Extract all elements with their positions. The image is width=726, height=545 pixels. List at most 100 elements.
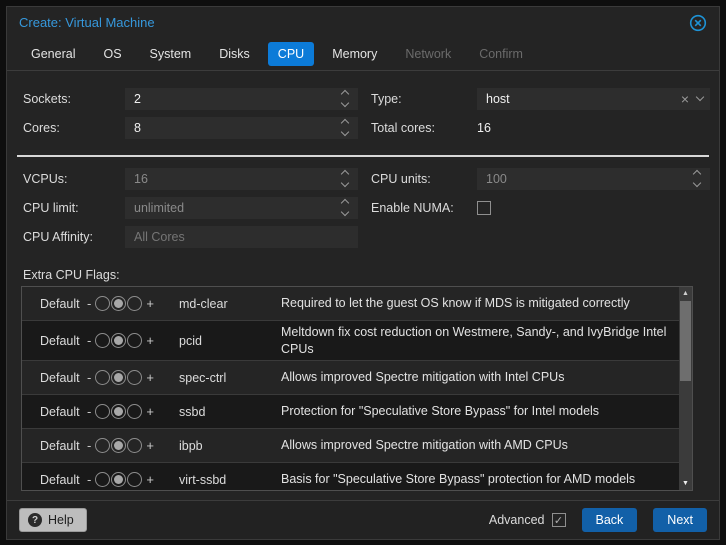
spinner-up-icon[interactable] [340, 169, 350, 179]
chevron-down-icon[interactable] [695, 92, 705, 102]
flag-on-radio[interactable] [127, 370, 143, 385]
plus-icon[interactable]: + [143, 333, 157, 348]
flag-on-radio[interactable] [127, 333, 143, 348]
cpu-affinity-field[interactable] [125, 225, 358, 248]
extra-cpu-flags-label: Extra CPU Flags: [23, 268, 120, 282]
cores-field[interactable] [125, 116, 358, 139]
flag-on-radio[interactable] [127, 438, 143, 453]
create-vm-dialog: Create: Virtual Machine General OS Syste… [6, 6, 720, 540]
cpu-units-field[interactable] [477, 167, 710, 190]
sockets-spinner[interactable] [338, 88, 352, 110]
spinner-down-icon[interactable] [340, 98, 350, 108]
flag-on-radio[interactable] [127, 296, 143, 311]
flag-row-spec-ctrl[interactable]: Default - + spec-ctrl Allows improved Sp… [22, 361, 679, 395]
plus-icon[interactable]: + [143, 472, 157, 487]
vcpus-input[interactable] [125, 167, 358, 190]
flag-row-virt-ssbd[interactable]: Default - + virt-ssbd Basis for "Specula… [22, 463, 679, 490]
help-button[interactable]: ? Help [19, 508, 87, 532]
tab-memory[interactable]: Memory [322, 42, 387, 66]
flag-tristate-slider[interactable]: - + [84, 438, 179, 453]
tab-disks[interactable]: Disks [209, 42, 260, 66]
spinner-up-icon[interactable] [340, 198, 350, 208]
plus-icon[interactable]: + [143, 404, 157, 419]
flag-state: Default [40, 472, 80, 487]
titlebar: Create: Virtual Machine [7, 7, 719, 38]
cpu-units-spinner[interactable] [690, 168, 704, 190]
back-button[interactable]: Back [581, 508, 638, 532]
plus-icon[interactable]: + [143, 370, 157, 385]
spinner-down-icon[interactable] [340, 207, 350, 217]
flag-off-radio[interactable] [95, 370, 111, 385]
next-button[interactable]: Next [653, 508, 707, 532]
plus-icon[interactable]: + [143, 296, 157, 311]
sockets-label: Sockets: [23, 91, 71, 106]
flag-tristate-slider[interactable]: - + [84, 404, 179, 419]
flag-default-radio[interactable] [111, 333, 127, 348]
flag-default-radio[interactable] [111, 472, 127, 487]
cores-input[interactable] [125, 116, 358, 139]
flag-off-radio[interactable] [95, 472, 111, 487]
flag-on-radio[interactable] [127, 404, 143, 419]
scroll-down-icon[interactable]: ▼ [679, 477, 692, 490]
scroll-up-icon[interactable]: ▲ [679, 287, 692, 300]
enable-numa-checkbox[interactable] [477, 200, 491, 215]
spinner-down-icon[interactable] [340, 127, 350, 137]
cpu-flags-table: Default - + md-clear Required to let the… [21, 286, 693, 491]
minus-icon[interactable]: - [84, 438, 94, 453]
cpu-limit-input[interactable] [125, 196, 358, 219]
tab-os[interactable]: OS [93, 42, 131, 66]
spinner-up-icon[interactable] [692, 169, 702, 179]
flag-row-pcid[interactable]: Default - + pcid Meltdown fix cost reduc… [22, 321, 679, 361]
flag-row-md-clear[interactable]: Default - + md-clear Required to let the… [22, 287, 679, 321]
cpu-affinity-input[interactable] [125, 225, 358, 248]
cpu-units-input[interactable] [477, 167, 710, 190]
cpu-limit-spinner[interactable] [338, 197, 352, 219]
flag-off-radio[interactable] [95, 438, 111, 453]
flag-off-radio[interactable] [95, 333, 111, 348]
table-scrollbar[interactable]: ▲ ▼ [679, 287, 692, 490]
spinner-up-icon[interactable] [340, 89, 350, 99]
flag-tristate-slider[interactable]: - + [84, 296, 179, 311]
plus-icon[interactable]: + [143, 438, 157, 453]
flag-default-radio[interactable] [111, 296, 127, 311]
cores-spinner[interactable] [338, 117, 352, 139]
flag-off-radio[interactable] [95, 404, 111, 419]
vcpus-field[interactable] [125, 167, 358, 190]
tab-general[interactable]: General [21, 42, 85, 66]
tab-system[interactable]: System [140, 42, 202, 66]
flag-on-radio[interactable] [127, 472, 143, 487]
sockets-field[interactable] [125, 87, 358, 110]
dialog-title: Create: Virtual Machine [19, 15, 155, 30]
vcpus-spinner[interactable] [338, 168, 352, 190]
minus-icon[interactable]: - [84, 333, 94, 348]
total-cores-value: 16 [477, 120, 491, 135]
minus-icon[interactable]: - [84, 472, 94, 487]
close-icon[interactable] [689, 14, 707, 32]
advanced-checkbox[interactable]: ✓ [551, 513, 566, 527]
flag-row-ssbd[interactable]: Default - + ssbd Protection for "Specula… [22, 395, 679, 429]
flag-tristate-slider[interactable]: - + [84, 333, 179, 348]
flag-default-radio[interactable] [111, 438, 127, 453]
tab-cpu[interactable]: CPU [267, 42, 315, 66]
minus-icon[interactable]: - [84, 370, 94, 385]
sockets-input[interactable] [125, 87, 358, 110]
flag-tristate-slider[interactable]: - + [84, 472, 179, 487]
flag-default-radio[interactable] [111, 370, 127, 385]
flag-off-radio[interactable] [95, 296, 111, 311]
spinner-down-icon[interactable] [692, 178, 702, 188]
spinner-down-icon[interactable] [340, 178, 350, 188]
cpu-limit-field[interactable] [125, 196, 358, 219]
clear-icon[interactable]: × [679, 91, 691, 107]
spinner-up-icon[interactable] [340, 118, 350, 128]
minus-icon[interactable]: - [84, 404, 94, 419]
help-label: Help [48, 513, 74, 527]
scrollbar-thumb[interactable] [680, 301, 691, 381]
flag-tristate-slider[interactable]: - + [84, 370, 179, 385]
type-combo-input[interactable] [477, 87, 710, 110]
type-field[interactable]: × [477, 87, 710, 110]
flag-default-radio[interactable] [111, 404, 127, 419]
flag-row-ibpb[interactable]: Default - + ibpb Allows improved Spectre… [22, 429, 679, 463]
flag-name: pcid [179, 333, 202, 348]
flag-state: Default [40, 370, 80, 385]
minus-icon[interactable]: - [84, 296, 94, 311]
